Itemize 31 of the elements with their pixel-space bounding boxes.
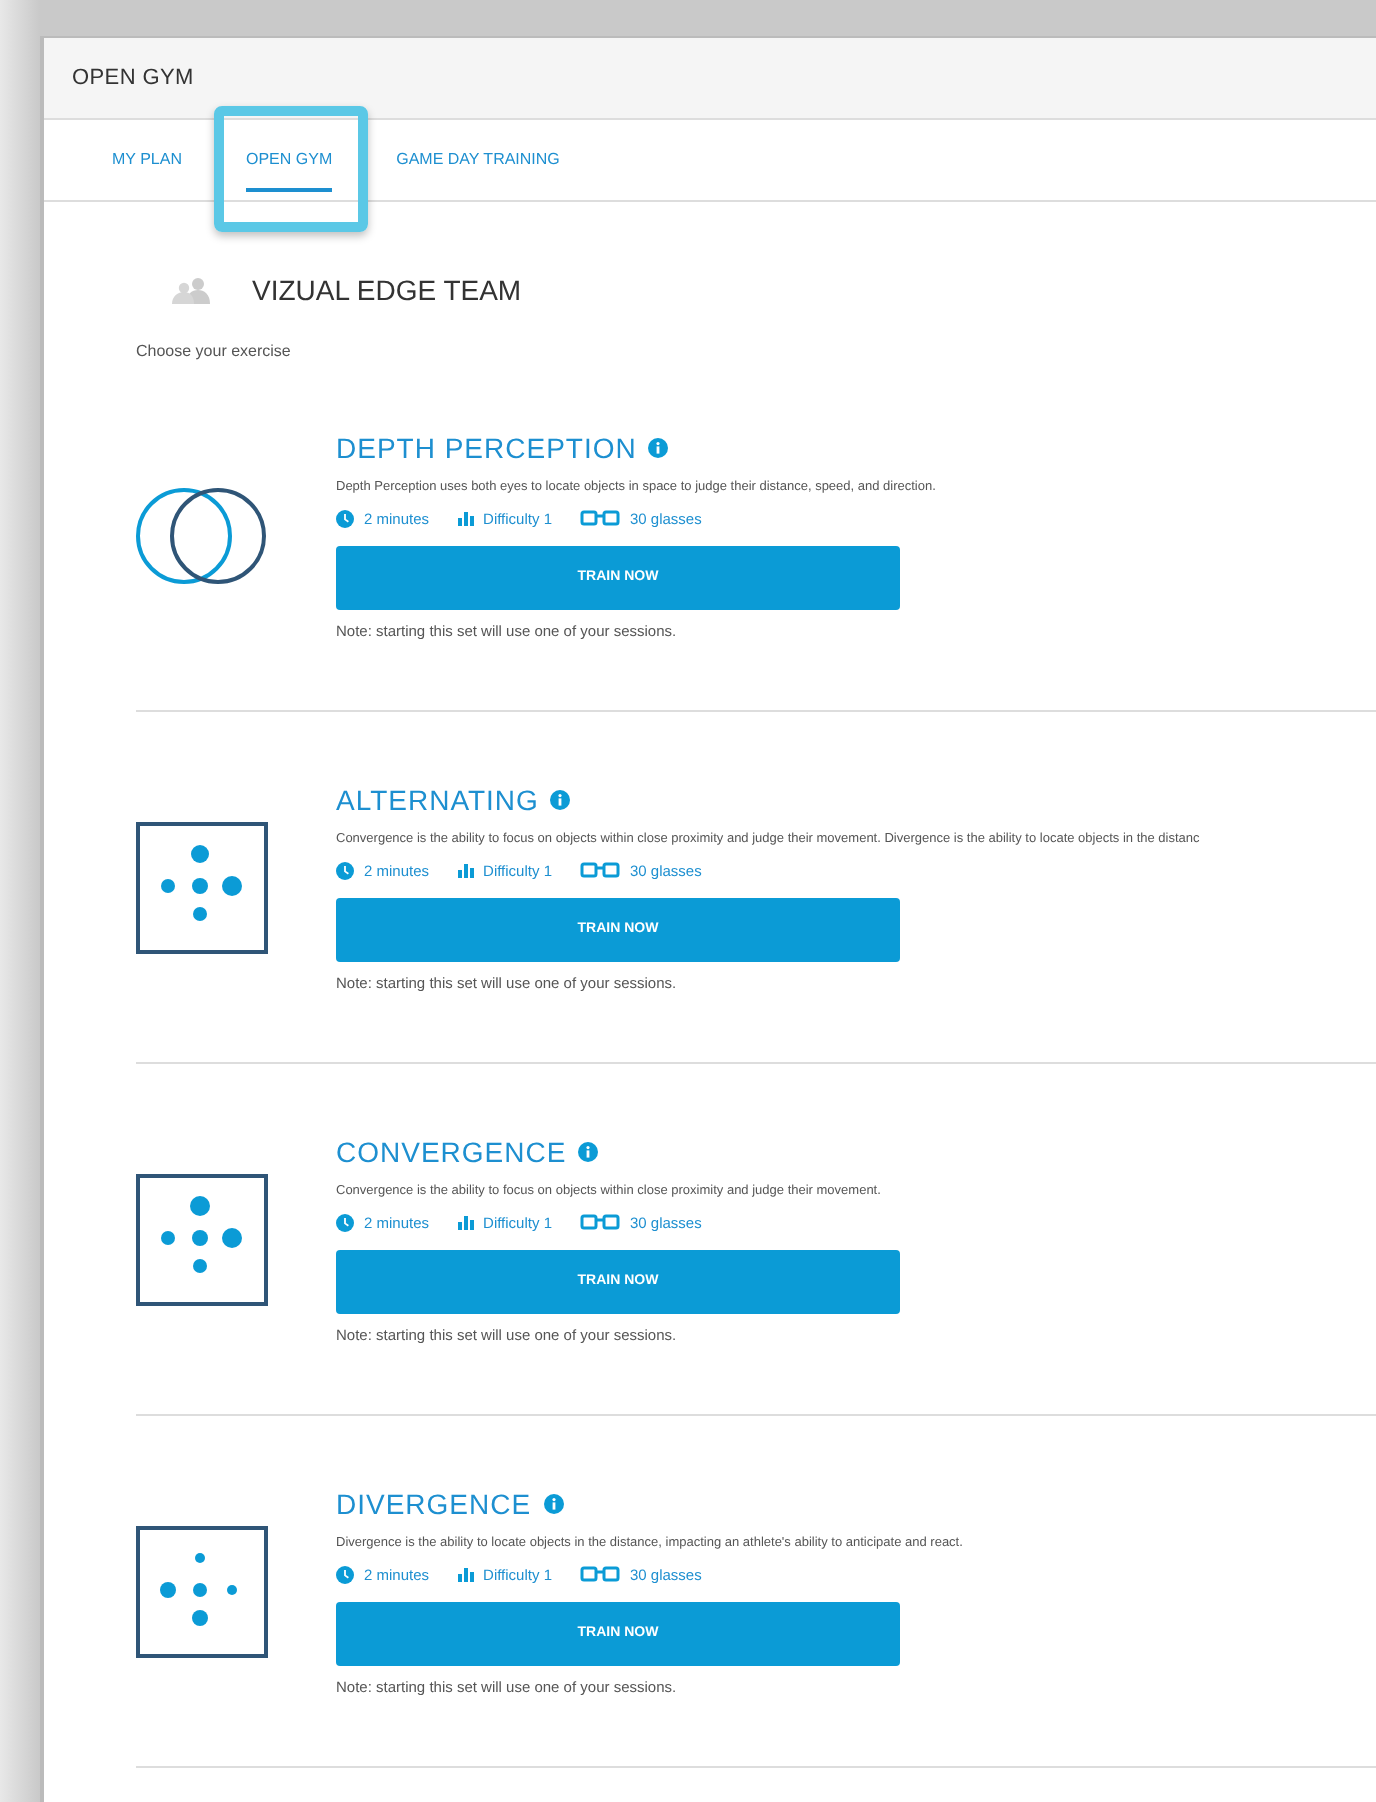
dot-pattern-icon	[136, 821, 268, 953]
info-icon[interactable]	[648, 437, 669, 457]
glasses-icon	[580, 862, 620, 878]
info-icon[interactable]	[578, 1141, 599, 1161]
dot-pattern-icon	[136, 1525, 268, 1657]
clock-icon	[336, 1565, 354, 1583]
info-icon[interactable]	[543, 1493, 564, 1513]
team-name: VIZUAL EDGE TEAM	[252, 274, 522, 306]
glasses-icon	[580, 1214, 620, 1230]
overlapping-circles-icon	[136, 483, 268, 587]
tab[interactable]: OPEN GYM	[245, 128, 333, 192]
clock-icon	[336, 861, 354, 879]
exercise-title: ALTERNATING	[336, 783, 539, 815]
prompt-text: Choose your exercise	[136, 342, 293, 360]
window-title: OPEN GYM	[72, 66, 194, 90]
tab[interactable]: MY PLAN	[112, 128, 182, 192]
clock-icon	[336, 1213, 354, 1231]
people-icon	[172, 276, 212, 304]
bar-chart-icon	[457, 1566, 474, 1582]
bar-chart-icon	[457, 510, 474, 526]
bar-chart-icon	[457, 1214, 474, 1230]
bar-chart-icon	[457, 862, 474, 878]
exercise-title: DEPTH PERCEPTION	[336, 431, 637, 463]
info-icon[interactable]	[550, 789, 571, 809]
tab[interactable]: GAME DAY TRAINING	[396, 128, 560, 192]
clock-icon	[336, 509, 354, 527]
exercise-title: CONVERGENCE	[336, 1135, 567, 1167]
exercise-title: DIVERGENCE	[336, 1487, 532, 1519]
glasses-icon	[580, 510, 620, 526]
glasses-icon	[580, 1566, 620, 1582]
dot-pattern-icon	[136, 1173, 268, 1305]
